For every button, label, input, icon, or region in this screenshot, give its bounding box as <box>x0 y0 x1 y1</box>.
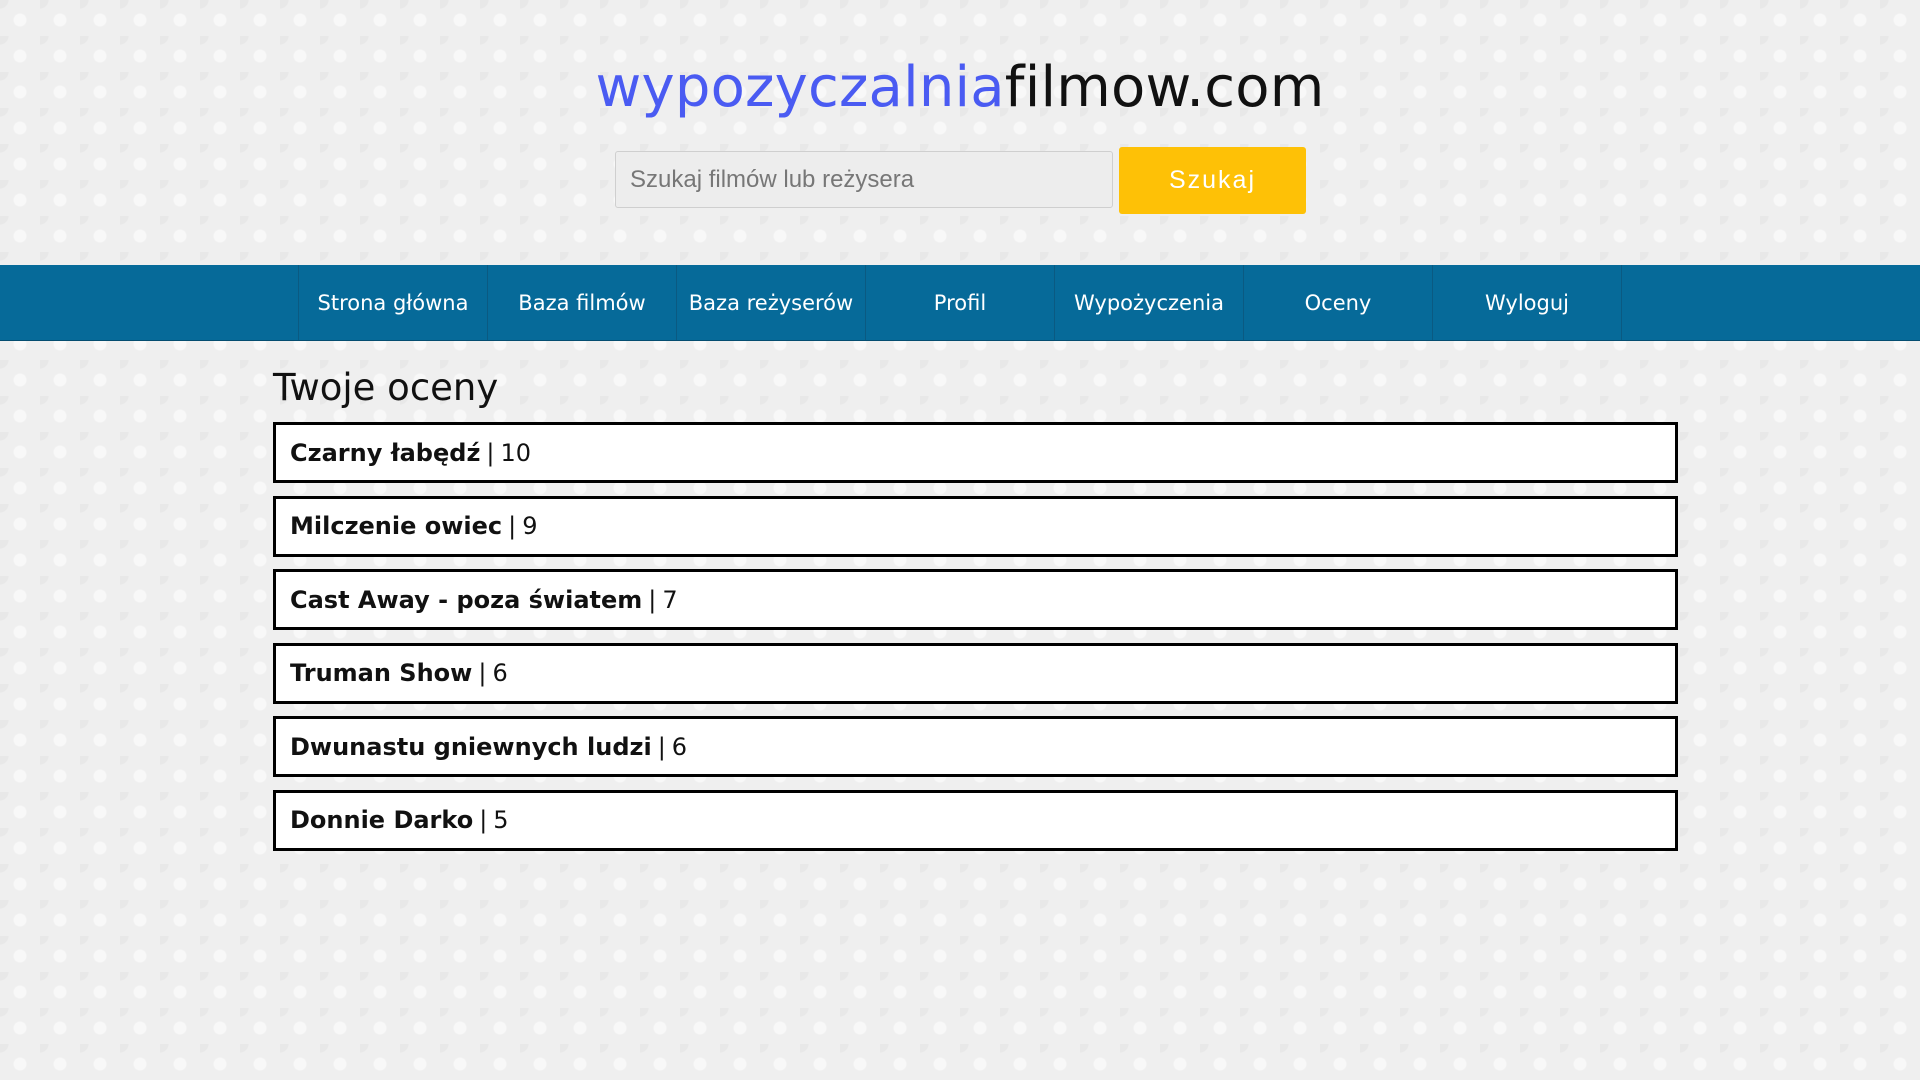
main-nav: Strona główna Baza filmów Baza reżyserów… <box>0 265 1920 341</box>
nav-items: Strona główna Baza filmów Baza reżyserów… <box>298 265 1622 340</box>
rating-separator: | <box>657 732 666 761</box>
rating-score: 5 <box>493 806 509 834</box>
nav-item-movies[interactable]: Baza filmów <box>488 265 677 340</box>
rating-item: Dwunastu gniewnych ludzi | 6 <box>273 716 1678 777</box>
rating-score: 6 <box>492 659 508 687</box>
rating-movie-title: Milczenie owiec <box>290 512 503 540</box>
rating-movie-title: Truman Show <box>290 659 473 687</box>
rating-score: 10 <box>500 438 532 467</box>
rating-separator: | <box>478 659 487 687</box>
rating-item: Truman Show | 6 <box>273 642 1678 704</box>
nav-item-ratings[interactable]: Oceny <box>1244 265 1433 340</box>
site-logo[interactable]: wypozyczalniafilmow.com <box>0 52 1920 124</box>
rating-item: Czarny łabędź | 10 <box>273 422 1678 483</box>
page-title: Twoje oceny <box>273 366 499 409</box>
rating-score: 6 <box>671 732 688 761</box>
rating-score: 7 <box>662 585 678 614</box>
nav-item-logout[interactable]: Wyloguj <box>1433 265 1622 340</box>
search-button[interactable]: Szukaj <box>1119 147 1306 214</box>
rating-item: Cast Away - poza światem | 7 <box>273 569 1678 630</box>
rating-movie-title: Czarny łabędź <box>290 438 481 467</box>
rating-score: 9 <box>522 512 538 540</box>
rating-separator: | <box>508 512 517 540</box>
ratings-list: Czarny łabędź | 10 Milczenie owiec | 9 C… <box>273 422 1678 863</box>
nav-item-profile[interactable]: Profil <box>866 265 1055 340</box>
rating-separator: | <box>486 438 495 467</box>
logo-part-a: wypozyczalnia <box>595 55 1005 120</box>
rating-movie-title: Donnie Darko <box>290 806 474 834</box>
search-input[interactable] <box>615 151 1113 208</box>
rating-movie-title: Cast Away - poza światem <box>290 585 643 614</box>
nav-item-rentals[interactable]: Wypożyczenia <box>1055 265 1244 340</box>
nav-item-home[interactable]: Strona główna <box>299 265 488 340</box>
rating-separator: | <box>648 585 657 614</box>
logo-part-b: filmow.com <box>1004 55 1325 120</box>
rating-movie-title: Dwunastu gniewnych ludzi <box>290 732 652 761</box>
rating-separator: | <box>479 806 488 834</box>
rating-item: Milczenie owiec | 9 <box>273 495 1678 557</box>
rating-item: Donnie Darko | 5 <box>273 789 1678 851</box>
nav-item-directors[interactable]: Baza reżyserów <box>677 265 866 340</box>
